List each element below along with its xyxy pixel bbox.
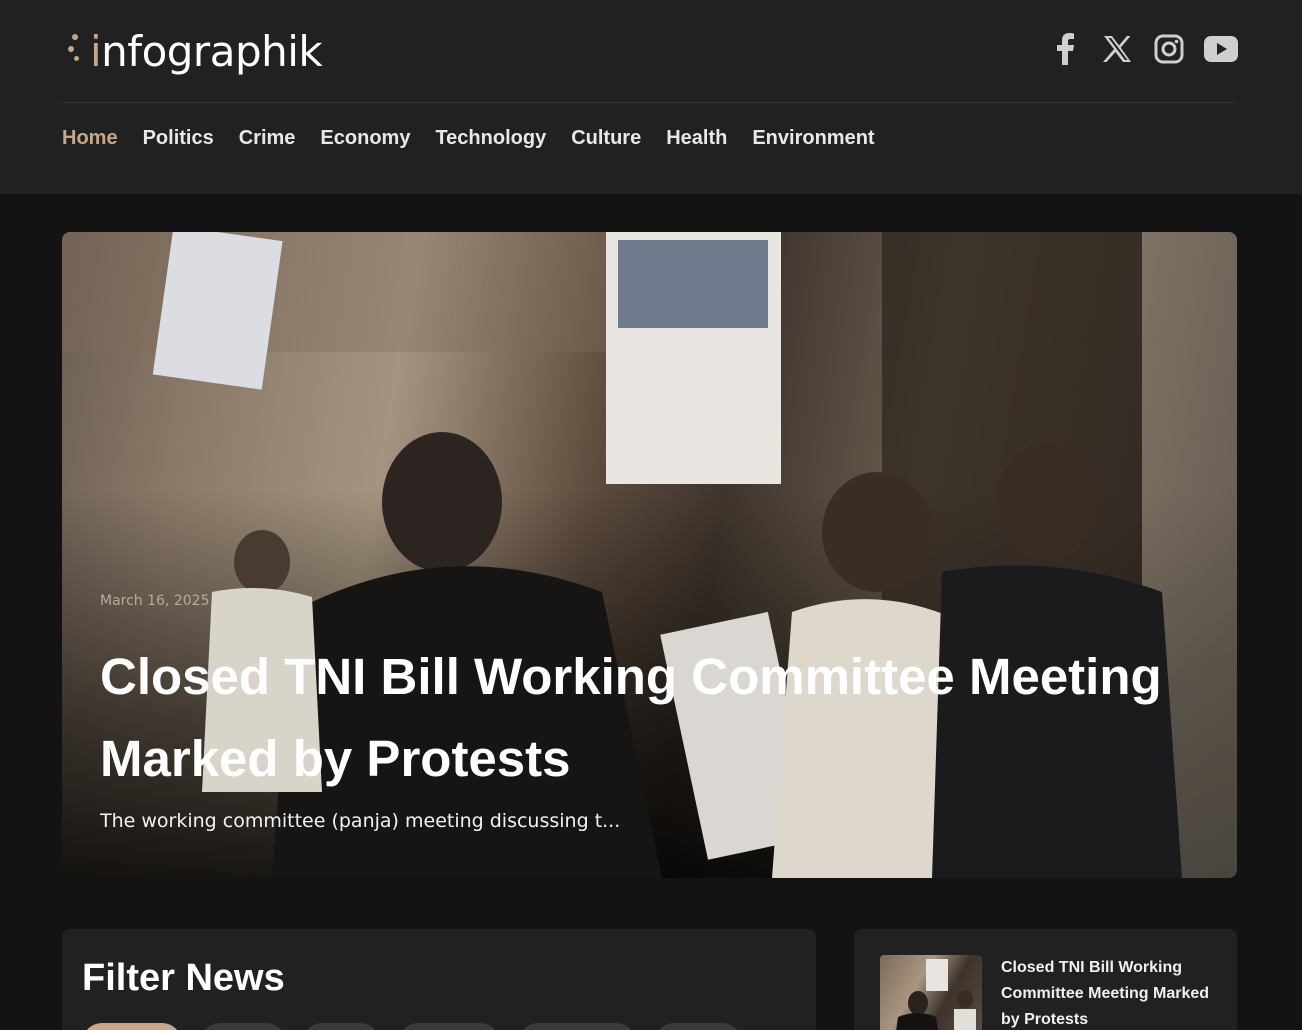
latest-news-panel: Closed TNI Bill Working Committee Meetin… [854,929,1237,1030]
filter-chip[interactable] [200,1023,286,1030]
latest-title[interactable]: Closed TNI Bill Working Committee Meetin… [1001,955,1221,1030]
nav-item-health[interactable]: Health [666,124,727,152]
main-nav: Home Politics Crime Economy Technology C… [62,124,900,152]
article-excerpt: The working committee (panja) meeting di… [100,810,621,832]
facebook-icon[interactable] [1048,32,1082,66]
logo-mark [68,28,90,76]
article-date: March 16, 2025 [100,593,210,609]
filter-chip[interactable] [302,1023,380,1030]
social-links [1048,32,1238,66]
featured-article[interactable]: March 16, 2025 Closed TNI Bill Working C… [62,232,1237,878]
header-divider [62,102,1237,103]
nav-item-crime[interactable]: Crime [239,124,296,152]
nav-item-economy[interactable]: Economy [320,124,410,152]
x-icon[interactable] [1100,32,1134,66]
nav-item-politics[interactable]: Politics [143,124,214,152]
nav-item-home[interactable]: Home [62,124,118,152]
youtube-icon[interactable] [1204,32,1238,66]
article-title[interactable]: Closed TNI Bill Working Committee Meetin… [100,636,1200,800]
nav-item-culture[interactable]: Culture [571,124,641,152]
filter-heading: Filter News [82,957,285,999]
filter-panel: Filter News [62,929,816,1030]
filter-chip[interactable] [82,1023,182,1030]
nav-item-technology[interactable]: Technology [435,124,546,152]
site-header: infographik Home Politics Crime Economy … [0,0,1302,194]
filter-chip[interactable] [654,1023,742,1030]
site-logo[interactable]: infographik [68,22,323,82]
nav-item-environment[interactable]: Environment [752,124,874,152]
filter-chip[interactable] [398,1023,500,1030]
filter-chip[interactable] [518,1023,636,1030]
instagram-icon[interactable] [1152,32,1186,66]
latest-thumbnail[interactable] [880,955,982,1030]
logo-wordmark: infographik [90,27,323,76]
